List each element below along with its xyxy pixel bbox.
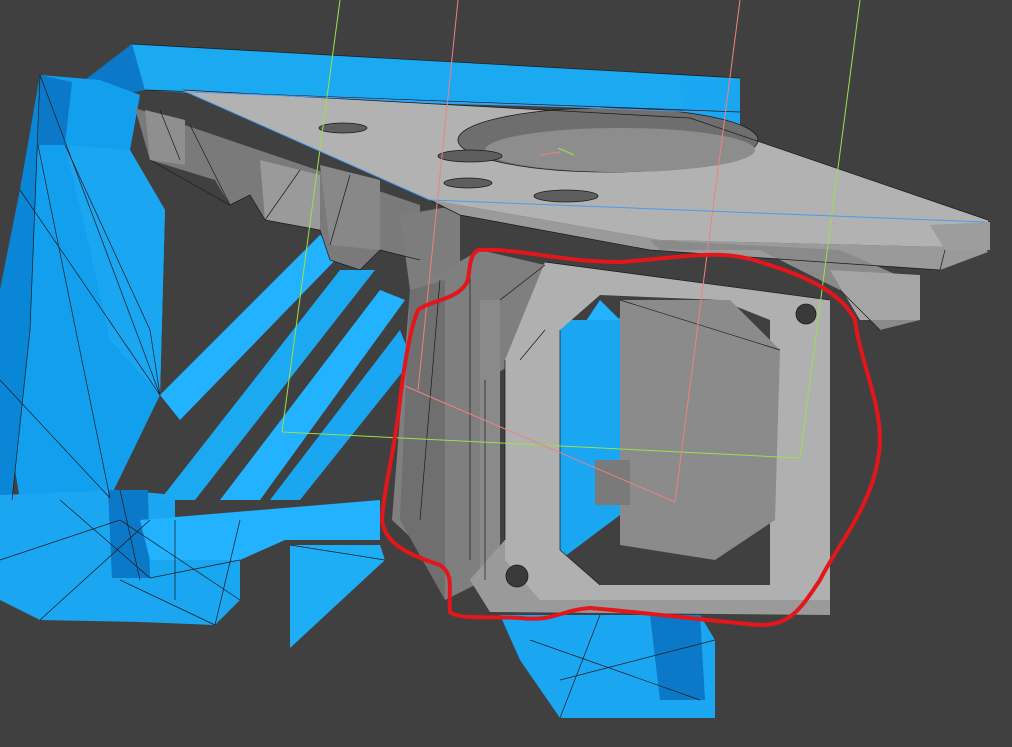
mount-inner-back xyxy=(620,300,780,560)
plate-large-hole-inner xyxy=(485,128,755,172)
plate-slot-1 xyxy=(318,122,368,134)
mount-inner-step xyxy=(595,460,630,505)
plate-slot-4 xyxy=(533,189,599,203)
mount-left-strip xyxy=(480,300,500,570)
scene-canvas[interactable] xyxy=(0,0,1012,747)
mount-hole-bottom-left xyxy=(505,564,529,588)
plate-slot-3 xyxy=(443,177,493,189)
plate-slot-2 xyxy=(437,149,503,163)
3d-viewport[interactable] xyxy=(0,0,1012,747)
mount-hole-top-right xyxy=(795,303,817,325)
